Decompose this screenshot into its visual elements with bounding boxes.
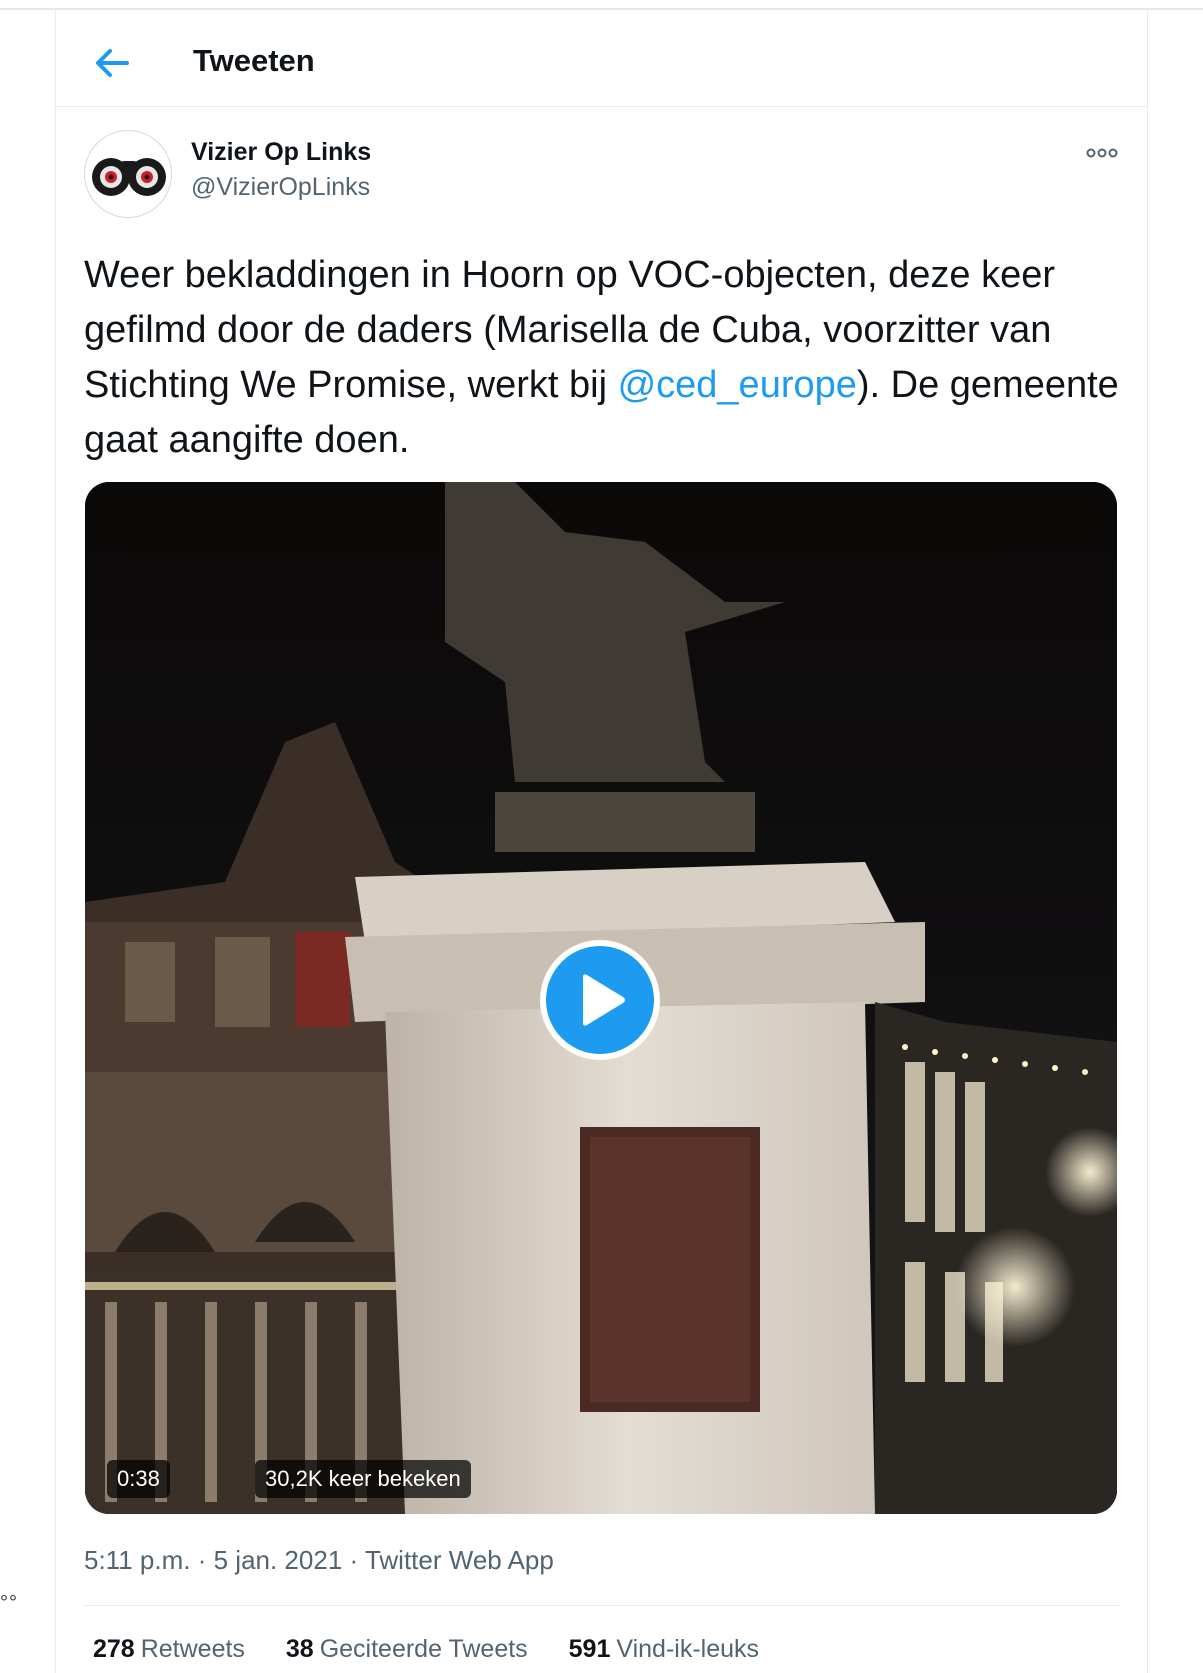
side-more-dots: °°: [0, 1592, 18, 1614]
likes-label: Vind-ik-leuks: [616, 1635, 760, 1663]
back-button[interactable]: [93, 46, 131, 80]
play-icon: [583, 974, 625, 1026]
likes-stat[interactable]: 591 Vind-ik-leuks: [569, 1635, 759, 1664]
retweets-label: Retweets: [140, 1635, 245, 1663]
more-dots-icon: [1086, 148, 1118, 158]
video-view-count: 30,2K keer bekeken: [255, 1460, 471, 1498]
retweets-count: 278: [93, 1635, 135, 1663]
tweet-date[interactable]: 5 jan. 2021: [214, 1545, 343, 1575]
tweet-stats: 278 Retweets 38 Geciteerde Tweets 591 Vind-…: [93, 1635, 793, 1664]
tweet-header: Tweeten: [55, 10, 1148, 107]
retweets-stat[interactable]: 278 Retweets: [93, 1635, 245, 1664]
tweet-meta: 5:11 p.m. · 5 jan. 2021 · Twitter Web Ap…: [84, 1545, 554, 1576]
avatar[interactable]: [84, 130, 172, 218]
quote-tweets-count: 38: [285, 1635, 314, 1663]
tweet-text: Weer bekladdingen in Hoorn op VOC-object…: [84, 248, 1124, 468]
tweet-time[interactable]: 5:11 p.m.: [84, 1545, 190, 1575]
video-duration: 0:38: [107, 1460, 170, 1498]
arrow-left-icon: [96, 49, 129, 77]
author-handle[interactable]: @VizierOpLinks: [191, 173, 370, 202]
page-title: Tweeten: [193, 43, 315, 78]
meta-separator: ·: [349, 1545, 359, 1575]
video-player[interactable]: 0:38 30,2K keer bekeken: [85, 482, 1117, 1514]
more-options-button[interactable]: [1084, 141, 1120, 165]
tweet-source[interactable]: Twitter Web App: [365, 1545, 554, 1575]
meta-separator: ·: [197, 1545, 207, 1575]
quote-tweets-label: Geciteerde Tweets: [319, 1635, 528, 1663]
quote-tweets-stat[interactable]: 38 Geciteerde Tweets: [286, 1635, 528, 1664]
play-button[interactable]: [540, 940, 660, 1060]
mention-link[interactable]: @ced_europe: [618, 364, 857, 406]
author-name[interactable]: Vizier Op Links: [191, 138, 371, 167]
binoculars-icon: [92, 158, 166, 196]
divider: [84, 1605, 1120, 1606]
likes-count: 591: [568, 1635, 611, 1663]
